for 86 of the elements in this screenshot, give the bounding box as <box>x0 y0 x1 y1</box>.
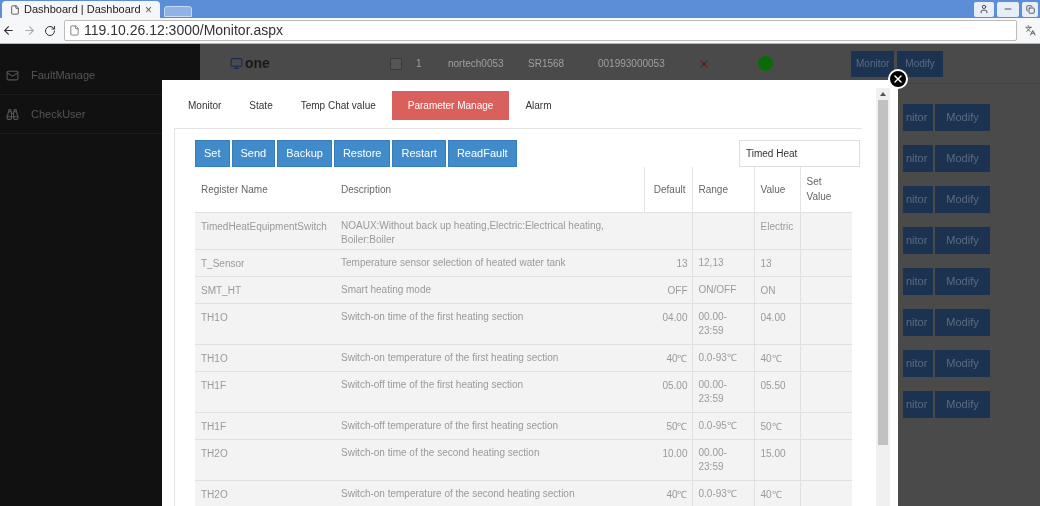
table-cell: Temperature sensor selection of heated water tank <box>335 249 644 276</box>
modify-button[interactable]: Modify <box>935 350 990 377</box>
table-cell: 0.0-93℃ <box>692 480 754 506</box>
table-cell: SMT_HT <box>195 276 335 303</box>
tab-close-button[interactable]: × <box>145 3 152 16</box>
tab-title: Dashboard | Dashboard <box>24 2 141 18</box>
action-button[interactable]: Restore <box>333 140 391 167</box>
modal-tab[interactable]: Alarm <box>513 90 564 120</box>
action-button[interactable]: ReadFault <box>447 140 517 167</box>
table-cell: 40℃ <box>754 480 800 506</box>
monitor-button[interactable]: nitor <box>903 309 933 336</box>
table-cell: Switch-on time of the first heating section <box>335 303 644 344</box>
modify-button[interactable]: Modify <box>935 145 990 172</box>
modal-tab[interactable]: Temp Chat value <box>288 90 388 120</box>
modify-button[interactable]: Modify <box>935 391 990 418</box>
table-cell: Switch-on temperature of the second heating section <box>335 480 644 506</box>
table-cell: TH2O <box>195 480 335 506</box>
modal-tab[interactable]: Parameter Manage <box>391 90 510 120</box>
monitor-button[interactable]: nitor <box>903 145 933 172</box>
table-cell: 13 <box>644 249 692 276</box>
modify-button[interactable]: Modify <box>935 186 990 213</box>
page-icon <box>69 25 80 36</box>
monitor-button[interactable]: Monitor <box>851 50 895 77</box>
monitor-button[interactable]: nitor <box>903 104 933 131</box>
table-cell-text: 001993000053 <box>598 57 666 71</box>
address-field[interactable]: 119.10.26.12:3000/Monitor.aspx <box>64 20 1017 41</box>
restore-icon <box>1025 4 1035 14</box>
table-cell: 10.00 <box>644 439 692 480</box>
table-cell: Switch-off time of the first heating section <box>335 371 644 412</box>
table-cell: 50℃ <box>644 412 692 439</box>
table-cell: OFF <box>644 276 692 303</box>
monitor-button[interactable]: nitor <box>903 268 933 295</box>
group-field[interactable]: Timed Heat <box>739 140 860 167</box>
table-cell: NOAUX:Without back up heating,Electric:Electrical heating, Boiler:Boiler <box>335 212 644 249</box>
binoculars-icon <box>6 107 19 121</box>
row-checkbox[interactable] <box>390 57 402 70</box>
table-cell-text: nortech0053 <box>448 57 505 71</box>
table-cell: 40℃ <box>644 480 692 506</box>
modal-tab[interactable]: State <box>237 90 285 120</box>
table-cell-text: SR1568 <box>528 57 566 71</box>
column-header: Register Name <box>195 167 335 212</box>
close-icon <box>892 73 904 85</box>
modify-button[interactable]: Modify <box>935 227 990 254</box>
modify-button[interactable]: Modify <box>935 268 990 295</box>
table-cell: TH1F <box>195 412 335 439</box>
restore-button[interactable] <box>1022 1 1038 17</box>
table-cell: Smart heating mode <box>335 276 644 303</box>
scroll-up-icon[interactable] <box>880 92 886 96</box>
forward-icon[interactable] <box>23 24 36 37</box>
table-cell: TH2O <box>195 439 335 480</box>
monitor-button[interactable]: nitor <box>903 350 933 377</box>
scrollbar[interactable] <box>876 88 890 506</box>
browser-tab[interactable]: Dashboard | Dashboard × <box>2 1 160 18</box>
scrollbar-thumb[interactable] <box>878 100 888 445</box>
monitor-button[interactable]: nitor <box>903 391 933 418</box>
action-button[interactable]: Set <box>195 140 230 167</box>
table-cell: TH1F <box>195 371 335 412</box>
table-cell: Switch-on time of the second heating section <box>335 439 644 480</box>
action-button[interactable]: Restart <box>392 140 446 167</box>
modify-button[interactable]: Modify <box>935 309 990 336</box>
table-cell: 05.00 <box>644 371 692 412</box>
action-button[interactable]: Send <box>231 140 276 167</box>
column-header: Description <box>335 167 644 212</box>
monitor-button[interactable]: nitor <box>903 186 933 213</box>
table-cell: 04.00 <box>644 303 692 344</box>
table-cell: Switch-off temperature of the first heating section <box>335 412 644 439</box>
computer-icon <box>230 57 243 70</box>
back-icon[interactable] <box>2 24 15 37</box>
profile-button[interactable] <box>974 1 994 17</box>
reload-icon[interactable] <box>44 24 56 37</box>
modify-button[interactable]: Modify <box>935 104 990 131</box>
person-icon <box>979 4 989 14</box>
mail-icon <box>6 68 19 82</box>
translate-icon[interactable] <box>1025 25 1036 36</box>
table-cell: TH1O <box>195 303 335 344</box>
table-cell: 40℃ <box>644 344 692 371</box>
monitor-button[interactable]: nitor <box>903 227 933 254</box>
table-cell: T_Sensor <box>195 249 335 276</box>
table-cell: Switch-on temperature of the first heating section <box>335 344 644 371</box>
action-button[interactable]: Backup <box>277 140 332 167</box>
table-cell: TimedHeatEquipmentSwitch <box>195 212 335 249</box>
modify-button[interactable]: Modify <box>897 50 943 77</box>
minimize-button[interactable] <box>997 1 1019 17</box>
table-cell-text: 1 <box>416 57 423 71</box>
page-icon <box>10 4 20 15</box>
table-cell: TH1O <box>195 344 335 371</box>
